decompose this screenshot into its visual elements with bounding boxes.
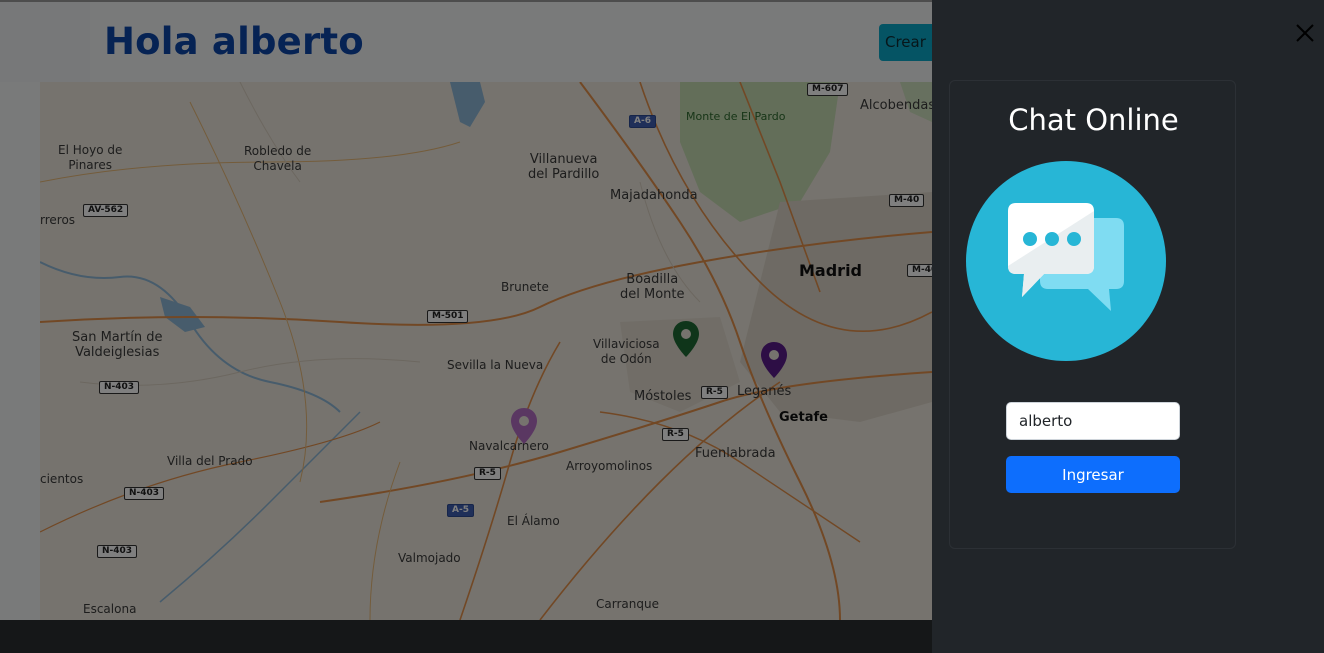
enter-button[interactable]: Ingresar: [1006, 456, 1180, 493]
chat-offcanvas: Chat Online Ingresar: [932, 0, 1324, 653]
chat-bubble-icon: [966, 161, 1166, 361]
close-icon[interactable]: [1294, 22, 1316, 44]
bottom-bar: [0, 620, 932, 653]
offcanvas-backdrop[interactable]: [0, 0, 932, 653]
username-input[interactable]: [1006, 402, 1180, 440]
chat-title: Chat Online: [1008, 103, 1179, 137]
chat-login-card: Chat Online Ingresar: [949, 80, 1236, 549]
